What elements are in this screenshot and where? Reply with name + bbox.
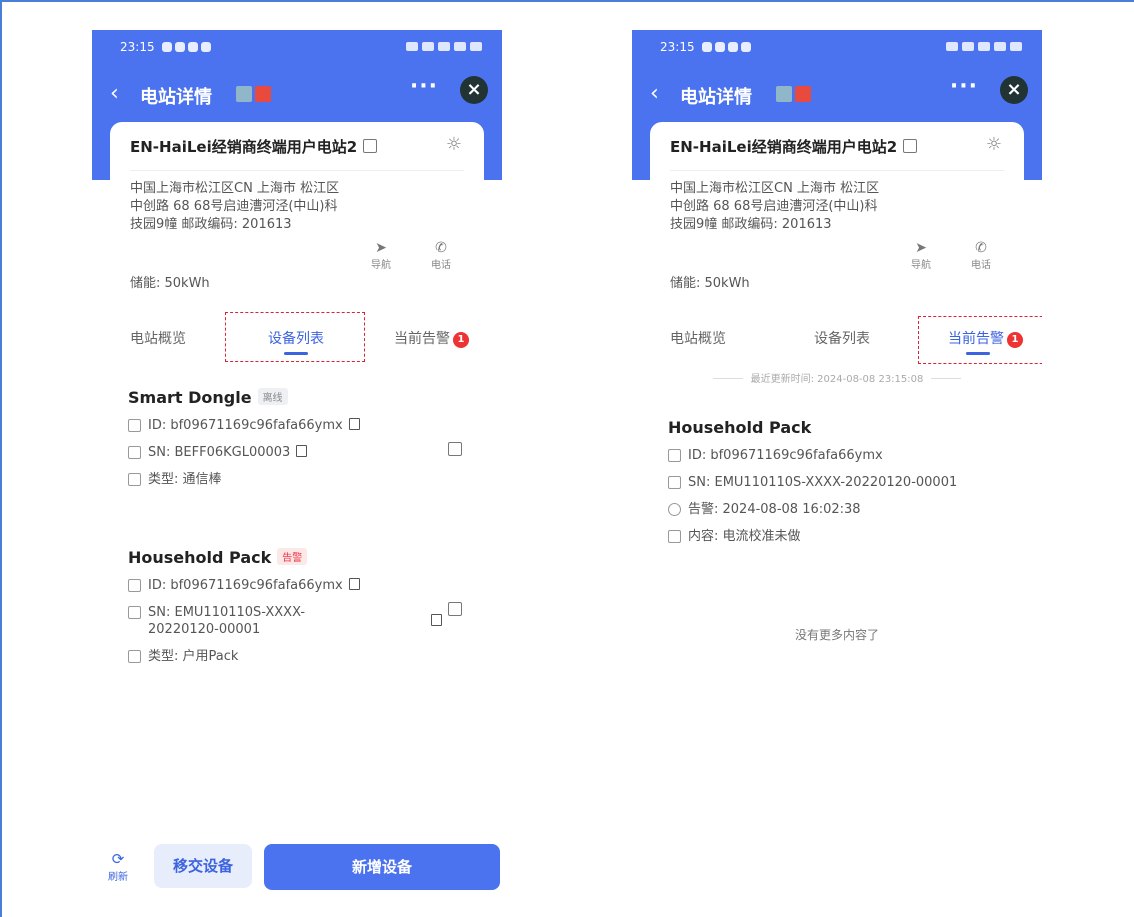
add-device-button[interactable]: 新增设备 xyxy=(264,844,500,890)
page-title: 电站详情 xyxy=(680,87,752,108)
id-icon xyxy=(668,449,681,462)
back-icon[interactable]: ‹ xyxy=(650,80,659,108)
more-icon[interactable]: ··· xyxy=(410,74,438,99)
call-button[interactable]: ✆ 电话 xyxy=(426,240,456,271)
phone-alarms: 23:15 ‹ 电站详情 ··· × EN-HaiLei经销商终端用户电站2 ☼… xyxy=(632,30,1042,900)
tab-overview[interactable]: 电站概览 xyxy=(130,328,186,348)
highlight-box xyxy=(918,316,1042,364)
close-icon[interactable]: × xyxy=(1000,76,1028,104)
status-bar: 23:15 xyxy=(660,40,1022,56)
nav-bar: ‹ 电站详情 ··· × xyxy=(106,74,488,110)
storage-capacity: 储能: 50kWh xyxy=(130,276,210,291)
navigate-icon: ➤ xyxy=(375,240,387,256)
station-name: EN-HaiLei经销商终端用户电站2 xyxy=(130,136,378,157)
copy-icon[interactable] xyxy=(348,578,360,590)
station-name: EN-HaiLei经销商终端用户电站2 xyxy=(670,136,918,157)
page-title: 电站详情 xyxy=(140,87,212,108)
id-icon xyxy=(128,579,141,592)
call-button[interactable]: ✆ 电话 xyxy=(966,240,996,271)
status-time: 23:15 xyxy=(660,40,695,54)
tab-overview[interactable]: 电站概览 xyxy=(670,328,726,348)
close-icon[interactable]: × xyxy=(460,76,488,104)
id-icon xyxy=(128,419,141,432)
weather-icon xyxy=(776,86,792,102)
copy-icon[interactable] xyxy=(296,445,308,457)
type-icon xyxy=(128,650,141,663)
sun-icon: ☼ xyxy=(445,134,462,155)
copy-icon[interactable] xyxy=(348,418,360,430)
refresh-icon: ⟳ xyxy=(111,850,125,868)
edit-icon[interactable] xyxy=(903,139,918,153)
title-tag-icons xyxy=(776,86,811,102)
refresh-button[interactable]: ⟳ 刷新 xyxy=(106,850,130,883)
sn-icon xyxy=(128,606,141,619)
status-bar: 23:15 xyxy=(120,40,482,56)
phone-icon: ✆ xyxy=(435,240,447,256)
highlight-box xyxy=(225,312,365,362)
device-item[interactable]: Smart Dongle 离线 ID: bf09671169c96fafa66ym… xyxy=(128,388,468,488)
system-icons xyxy=(946,40,1022,51)
sn-icon xyxy=(668,476,681,489)
clock-icon xyxy=(668,503,681,516)
sun-icon: ☼ xyxy=(985,134,1002,155)
footer-actions: ⟳ 刷新 移交设备 新增设备 xyxy=(92,842,502,892)
system-icons xyxy=(406,40,482,51)
edit-icon[interactable] xyxy=(363,139,378,153)
more-icon[interactable]: ··· xyxy=(950,74,978,99)
status-time: 23:15 xyxy=(120,40,155,54)
alarm-badge: 1 xyxy=(453,332,469,348)
navigate-button[interactable]: ➤ 导航 xyxy=(366,240,396,271)
back-icon[interactable]: ‹ xyxy=(110,80,119,108)
phone-icon: ✆ xyxy=(975,240,987,256)
notification-icons xyxy=(162,42,211,52)
station-address: 中国上海市松江区CN 上海市 松江区 中创路 68 68号启迪漕河泾(中山)科技… xyxy=(130,181,340,232)
alarm-tag-icon xyxy=(795,86,811,102)
edit-device-icon[interactable] xyxy=(448,602,462,616)
tab-device-list[interactable]: 设备列表 xyxy=(814,328,870,348)
navigate-button[interactable]: ➤ 导航 xyxy=(906,240,936,271)
storage-capacity: 储能: 50kWh xyxy=(670,276,750,291)
weather-icon xyxy=(236,86,252,102)
tab-alarms[interactable]: 当前告警 1 xyxy=(394,328,469,348)
last-updated: 最近更新时间: 2024-08-08 23:15:08 xyxy=(632,370,1042,385)
sn-icon xyxy=(128,446,141,459)
notification-icons xyxy=(702,42,751,52)
type-icon xyxy=(128,473,141,486)
copy-icon[interactable] xyxy=(431,614,442,626)
navigate-icon: ➤ xyxy=(915,240,927,256)
nav-bar: ‹ 电站详情 ··· × xyxy=(646,74,1028,110)
no-more-content: 没有更多内容了 xyxy=(794,628,879,642)
content-icon xyxy=(668,530,681,543)
alarm-item[interactable]: Household Pack ID: bf09671169c96fafa66ym… xyxy=(668,418,1008,545)
title-tag-icons xyxy=(236,86,271,102)
transfer-device-button[interactable]: 移交设备 xyxy=(154,844,252,888)
phone-device-list: 23:15 ‹ 电站详情 ··· × EN-HaiLei经销商终端用户电站2 ☼… xyxy=(92,30,502,900)
edit-device-icon[interactable] xyxy=(448,442,462,456)
status-badge: 告警 xyxy=(277,548,308,565)
station-address: 中国上海市松江区CN 上海市 松江区 中创路 68 68号启迪漕河泾(中山)科技… xyxy=(670,181,880,232)
device-item[interactable]: Household Pack 告警 ID: bf09671169c96fafa66… xyxy=(128,548,468,665)
status-badge: 离线 xyxy=(257,388,288,405)
alarm-tag-icon xyxy=(255,86,271,102)
